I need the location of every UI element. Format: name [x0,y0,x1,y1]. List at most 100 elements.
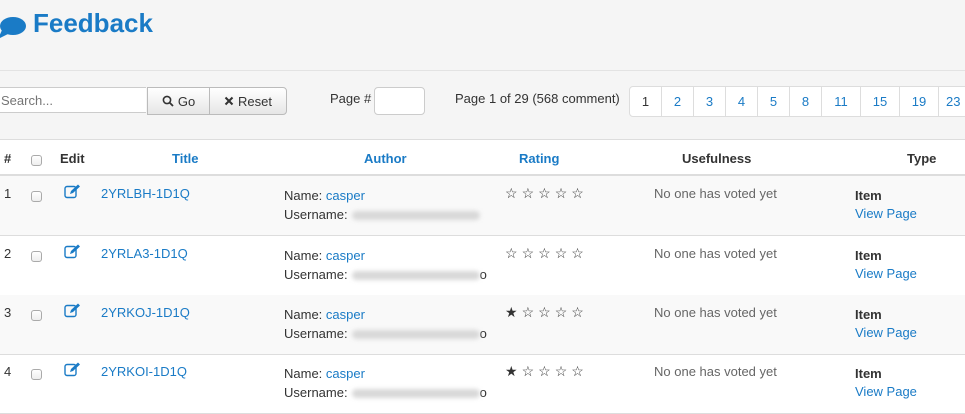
username-visible-fragment: o [479,385,487,400]
go-label: Go [177,93,196,109]
star-icon[interactable]: ☆ [571,185,588,201]
column-header-author[interactable]: Author [364,151,407,166]
chat-bubble-icon [0,17,26,38]
username-visible-fragment: o [479,267,487,282]
author-name-link[interactable]: casper [326,307,365,322]
star-icon[interactable]: ☆ [555,245,572,261]
star-icon[interactable]: ☆ [522,185,539,201]
author-username-label: Username: [284,267,348,282]
page-info: Page 1 of 29 (568 comment) [455,91,620,106]
star-icon[interactable]: ☆ [522,304,539,320]
page-number-input[interactable] [374,87,425,115]
star-icon[interactable]: ☆ [555,363,572,379]
column-header-rating[interactable]: Rating [519,151,559,166]
usefulness-text: No one has voted yet [654,305,777,320]
page-link[interactable]: 19 [899,87,938,116]
view-page-link[interactable]: View Page [855,325,917,340]
page-link[interactable]: 11 [821,87,860,116]
table-row: 3 2YRKOJ-1D1Q Name: casper Username: o ★☆☆☆☆ N… [0,295,965,355]
go-button[interactable]: Go [147,87,210,115]
usefulness-text: No one has voted yet [654,186,777,201]
star-icon[interactable]: ☆ [522,363,539,379]
author-name-link[interactable]: casper [326,188,365,203]
search-icon [162,95,174,107]
page-link[interactable]: 2 [661,87,693,116]
author-name-link[interactable]: casper [326,366,365,381]
page-link[interactable]: 3 [693,87,725,116]
star-icon[interactable]: ☆ [555,304,572,320]
row-checkbox[interactable] [31,191,42,202]
edit-icon[interactable] [64,184,81,202]
star-icon[interactable]: ☆ [538,304,555,320]
author-username: Username: o [284,385,487,400]
redacted-username [351,211,480,221]
select-all-checkbox[interactable] [31,155,42,166]
view-page-link[interactable]: View Page [855,206,917,221]
redacted-username [351,389,480,399]
reset-label: Reset [238,93,272,109]
view-page-link[interactable]: View Page [855,384,917,399]
feedback-title-link[interactable]: 2YRLA3-1D1Q [101,246,188,261]
author-name: Name: casper [284,248,365,263]
star-icon[interactable]: ☆ [522,245,539,261]
column-header-usefulness: Usefulness [682,151,752,166]
author-username: Username: o [284,326,487,341]
star-icon[interactable]: ☆ [538,245,555,261]
close-icon [224,96,234,106]
star-icon[interactable]: ☆ [571,304,588,320]
type-label: Item [855,307,882,322]
row-checkbox[interactable] [31,251,42,262]
author-name-label: Name: [284,248,323,263]
usefulness-text: No one has voted yet [654,364,777,379]
star-icon[interactable]: ☆ [505,245,522,261]
page-link[interactable]: 5 [757,87,789,116]
reset-button[interactable]: Reset [209,87,287,115]
row-number: 1 [4,186,12,201]
star-icon[interactable]: ☆ [538,363,555,379]
edit-icon[interactable] [64,362,81,380]
view-page-link[interactable]: View Page [855,266,917,281]
author-name-link[interactable]: casper [326,248,365,263]
usefulness-text: No one has voted yet [654,246,777,261]
author-name-label: Name: [284,188,323,203]
column-header-number: # [4,151,12,166]
author-username-label: Username: [284,207,348,222]
column-header-title[interactable]: Title [172,151,199,166]
edit-icon[interactable] [64,244,81,262]
star-icon[interactable]: ☆ [538,185,555,201]
rating-stars: ☆☆☆☆☆ [505,185,588,202]
table-row: 4 2YRKOI-1D1Q Name: casper Username: o ★☆☆☆☆ N… [0,354,965,414]
author-name-label: Name: [284,366,323,381]
author-name: Name: casper [284,307,365,322]
rating-stars: ★☆☆☆☆ [505,304,588,321]
star-icon[interactable]: ☆ [555,185,572,201]
page-link[interactable]: 23 [938,87,965,116]
author-name: Name: casper [284,188,365,203]
search-input[interactable] [0,87,146,113]
page-title: Feedback [33,8,153,38]
edit-icon[interactable] [64,303,81,321]
page-number-label: Page # [330,91,372,106]
star-icon[interactable]: ★ [505,304,522,320]
table-row: 1 2YRLBH-1D1Q Name: casper Username: ☆☆☆☆☆ No… [0,176,965,236]
star-icon[interactable]: ☆ [571,363,588,379]
page-link[interactable]: 1 [630,87,661,116]
star-icon[interactable]: ☆ [505,185,522,201]
feedback-title-link[interactable]: 2YRKOJ-1D1Q [101,305,190,320]
column-header-edit: Edit [60,151,85,166]
author-username-label: Username: [284,385,348,400]
rating-stars: ★☆☆☆☆ [505,363,588,380]
feedback-title-link[interactable]: 2YRLBH-1D1Q [101,186,190,201]
page-link[interactable]: 15 [860,87,899,116]
author-username-label: Username: [284,326,348,341]
author-username: Username: o [284,267,487,282]
page-link[interactable]: 4 [725,87,757,116]
page-link[interactable]: 8 [789,87,821,116]
star-icon[interactable]: ☆ [571,245,588,261]
row-checkbox[interactable] [31,310,42,321]
author-username: Username: [284,207,480,222]
star-icon[interactable]: ★ [505,363,522,379]
row-number: 2 [4,246,12,261]
feedback-title-link[interactable]: 2YRKOI-1D1Q [101,364,187,379]
row-checkbox[interactable] [31,369,42,380]
